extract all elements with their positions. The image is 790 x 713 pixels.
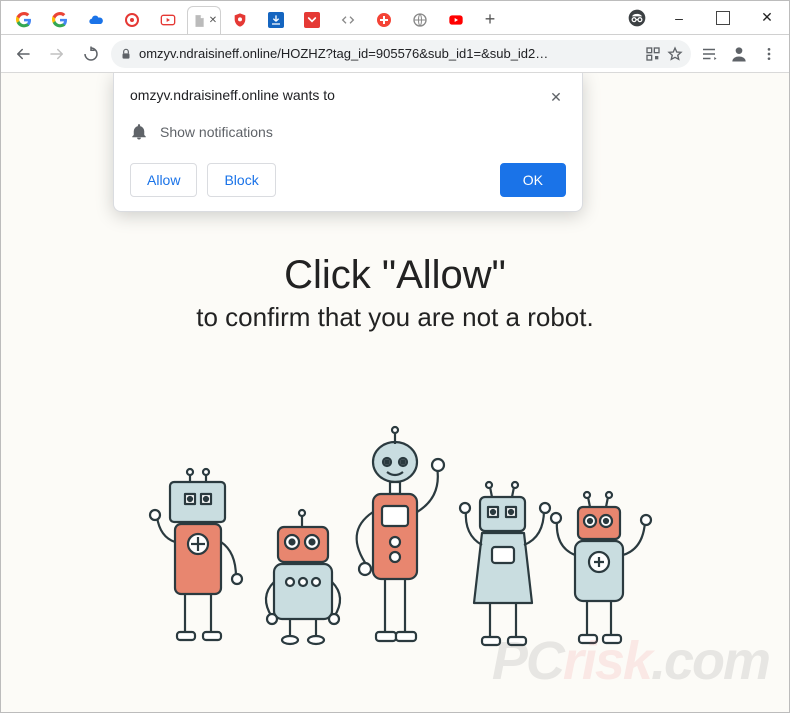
incognito-icon xyxy=(627,8,647,28)
shield-icon xyxy=(232,12,248,28)
page-content: omzyv.ndraisineff.online wants to ✕ Show… xyxy=(1,73,789,712)
tab-globe[interactable] xyxy=(403,6,437,34)
window-close-button[interactable]: ✕ xyxy=(745,1,789,35)
google-icon xyxy=(16,12,32,28)
browser-window: ✕ + xyxy=(0,0,790,713)
menu-button[interactable] xyxy=(757,42,781,66)
person-icon xyxy=(729,44,749,64)
list-icon xyxy=(700,45,718,63)
circle-plus-icon xyxy=(376,12,392,28)
prompt-message: Show notifications xyxy=(160,124,273,140)
back-button[interactable] xyxy=(9,40,37,68)
google-icon xyxy=(52,12,68,28)
arrow-right-icon xyxy=(48,45,66,63)
code-icon xyxy=(340,12,356,28)
tab-youtube-outline[interactable] xyxy=(151,6,185,34)
reload-icon xyxy=(82,45,100,63)
globe-icon xyxy=(412,12,428,28)
lock-icon xyxy=(119,47,133,61)
allow-button[interactable]: Allow xyxy=(130,163,197,197)
forward-button[interactable] xyxy=(43,40,71,68)
page-message: Click "Allow" to confirm that you are no… xyxy=(1,253,789,333)
maximize-button[interactable] xyxy=(701,1,745,35)
tab-red-circle[interactable] xyxy=(367,6,401,34)
robots-illustration xyxy=(135,412,655,652)
page-icon xyxy=(191,13,207,29)
youtube-icon xyxy=(448,12,464,28)
youtube-outline-icon xyxy=(160,12,176,28)
tab-youtube[interactable] xyxy=(439,6,473,34)
page-subheading: to confirm that you are not a robot. xyxy=(1,302,789,333)
qr-icon[interactable] xyxy=(645,46,661,62)
window-controls: – ✕ xyxy=(657,1,789,34)
minimize-button[interactable]: – xyxy=(657,1,701,35)
incognito-indicator xyxy=(617,1,657,34)
tab-cloud[interactable] xyxy=(79,6,113,34)
tab-strip: ✕ + xyxy=(1,1,617,34)
new-tab-button[interactable]: + xyxy=(479,8,501,30)
tab-code[interactable] xyxy=(331,6,365,34)
download-icon xyxy=(268,12,284,28)
titlebar: ✕ + xyxy=(1,1,789,35)
block-button[interactable]: Block xyxy=(207,163,275,197)
record-icon xyxy=(124,12,140,28)
tab-active[interactable]: ✕ xyxy=(187,6,221,34)
tab-shield[interactable] xyxy=(223,6,257,34)
prompt-title: omzyv.ndraisineff.online wants to xyxy=(130,87,546,103)
tab-close-icon[interactable]: ✕ xyxy=(209,15,217,26)
square-icon xyxy=(716,11,730,25)
prompt-close-button[interactable]: ✕ xyxy=(546,87,566,107)
bell-icon xyxy=(130,123,148,141)
arrow-left-icon xyxy=(14,45,32,63)
tab-record[interactable] xyxy=(115,6,149,34)
tab-google-2[interactable] xyxy=(43,6,77,34)
star-icon[interactable] xyxy=(667,46,683,62)
tab-pocket[interactable] xyxy=(295,6,329,34)
page-heading: Click "Allow" xyxy=(1,253,789,298)
reload-button[interactable] xyxy=(77,40,105,68)
url-text: omzyv.ndraisineff.online/HOZHZ?tag_id=90… xyxy=(139,46,639,61)
address-bar[interactable]: omzyv.ndraisineff.online/HOZHZ?tag_id=90… xyxy=(111,40,691,68)
permission-prompt: omzyv.ndraisineff.online wants to ✕ Show… xyxy=(113,73,583,212)
cloud-icon xyxy=(88,12,104,28)
tab-download-blue[interactable] xyxy=(259,6,293,34)
tab-google[interactable] xyxy=(7,6,41,34)
ok-button[interactable]: OK xyxy=(500,163,566,197)
profile-button[interactable] xyxy=(727,42,751,66)
pocket-icon xyxy=(304,12,320,28)
kebab-icon xyxy=(761,46,777,62)
reading-list-button[interactable] xyxy=(697,42,721,66)
toolbar: omzyv.ndraisineff.online/HOZHZ?tag_id=90… xyxy=(1,35,789,73)
